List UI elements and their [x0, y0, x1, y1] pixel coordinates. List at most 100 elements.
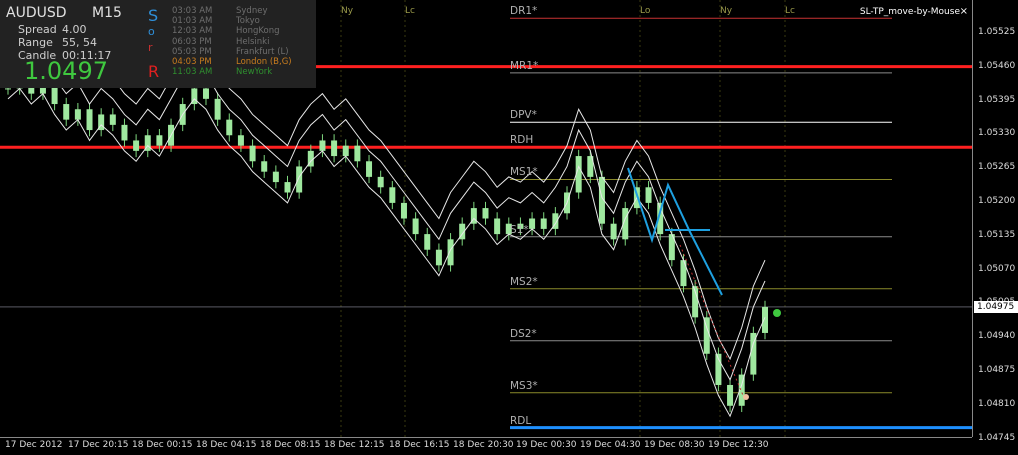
time-tick-label: 17 Dec 20:15 [68, 440, 129, 450]
candle-body [435, 249, 442, 266]
pivot-label: MS1* [510, 166, 538, 179]
session-city: Frankfurt (L) [236, 46, 289, 57]
candle-body [63, 104, 70, 120]
spread-label: Spread [18, 23, 57, 36]
session-marker: Lo [640, 6, 651, 16]
candle-body [156, 135, 163, 146]
info-panel: AUDUSD M15 Spread 4.00 Range 55, 54 Cand… [0, 0, 316, 88]
sor-letter-s: S [148, 6, 159, 25]
sor-letter-r: r [148, 41, 153, 54]
session-time: 03:03 AM [172, 6, 213, 16]
current-price: 1.0497 [24, 57, 108, 85]
candle-body [377, 176, 384, 188]
trend-line [627, 167, 723, 296]
envelope-band [7, 51, 766, 381]
price-tick-label: 1.05330 [978, 128, 1016, 139]
candle-body [389, 187, 396, 203]
time-tick-label: 18 Dec 08:15 [260, 440, 321, 450]
time-tick-label: 18 Dec 16:15 [389, 440, 450, 450]
candle-body [237, 135, 244, 146]
time-tick-label: 19 Dec 08:30 [644, 440, 705, 450]
pivot-label: MR1* [510, 59, 539, 72]
session-city: Sydney [236, 6, 268, 16]
price-tick-label: 1.05200 [978, 196, 1016, 206]
candle-body [529, 218, 536, 229]
candle-body [727, 384, 734, 406]
session-time: 06:03 PM [172, 36, 212, 47]
candle-body [424, 234, 431, 250]
time-tick-label: 18 Dec 00:15 [132, 440, 193, 450]
time-tick-label: 17 Dec 2012 [5, 440, 63, 450]
candle-body [133, 140, 140, 151]
candle-body [762, 306, 768, 333]
candle-body [645, 187, 652, 203]
session-time: 04:03 PM [172, 57, 212, 67]
spread-value: 4.00 [62, 23, 87, 36]
time-tick-label: 19 Dec 12:30 [708, 440, 769, 450]
price-axis[interactable]: 1.05525 1.05460 1.05395 1.05330 1.05265 1.052… [972, 0, 1018, 443]
timeframe-label: M15 [92, 5, 122, 21]
candle-body [74, 109, 81, 120]
time-axis[interactable]: 17 Dec 2012 17 Dec 20:15 18 Dec 00:15 18 De… [0, 437, 972, 455]
range-label: Range [18, 36, 53, 49]
price-tick-label: 1.04940 [978, 331, 1016, 342]
candle-body [261, 161, 268, 172]
candle-body [202, 88, 209, 99]
price-tick-label: 1.04875 [978, 365, 1016, 375]
sor-letter-o: o [148, 25, 155, 38]
price-tick-label: 1.05525 [978, 27, 1016, 37]
sor-letter-R: R [148, 62, 160, 81]
pivot-label: S1* [510, 223, 529, 236]
price-tick-label: 1.05070 [978, 263, 1016, 274]
candle-body [296, 166, 303, 193]
candle-body [680, 260, 687, 287]
session-city: Tokyo [236, 16, 260, 27]
time-tick-label: 18 Dec 20:30 [453, 440, 514, 450]
symbol-label: AUDUSD [6, 5, 67, 21]
session-city: HongKong [236, 26, 280, 37]
price-tick-label: 1.05460 [978, 60, 1016, 71]
pivot-label: RDL [510, 414, 532, 427]
candle-body [412, 218, 419, 235]
candle-body [482, 208, 489, 219]
pivot-label: MS3* [510, 379, 538, 392]
price-tick-label: 1.05395 [978, 94, 1016, 105]
time-tick-label: 19 Dec 00:30 [516, 440, 577, 450]
time-tick-label: 19 Dec 04:30 [580, 440, 641, 450]
candle-body [272, 171, 279, 183]
candle-body [447, 239, 454, 266]
pivot-label: DPV* [510, 109, 537, 122]
candle-body [284, 182, 291, 193]
price-tick-label: 1.05265 [978, 162, 1016, 173]
candle-body [331, 140, 338, 157]
candle-body [121, 124, 128, 141]
candle-body [109, 114, 116, 125]
candle-body [249, 145, 256, 162]
price-tick-label: 1.04810 [978, 398, 1016, 409]
session-time: 12:03 AM [172, 26, 213, 37]
candle-body [86, 109, 93, 131]
pivot-label: RDH [510, 134, 534, 147]
session-city: NewYork [236, 67, 273, 78]
candle-body [5, 88, 11, 90]
price-tick-label: 1.04745 [978, 432, 1016, 443]
close-icon[interactable]: × [960, 6, 968, 17]
candle-body [214, 98, 221, 120]
session-time: 01:03 AM [172, 16, 213, 27]
time-tick-label: 18 Dec 04:15 [196, 440, 257, 450]
candle-body [540, 218, 547, 229]
candle-body [610, 223, 617, 240]
order-marker [743, 394, 749, 400]
candle-body [342, 145, 349, 157]
current-price-tag: 1.04975 [974, 300, 1018, 313]
indicator-name: SL-TP_move-by-Mouse [859, 7, 960, 17]
session-city: London (B,G) [236, 57, 292, 67]
session-time: 11:03 AM [172, 67, 213, 78]
session-time: 05:03 PM [172, 46, 212, 57]
candle-body [319, 140, 326, 151]
candle-body [226, 119, 233, 136]
price-tick-label: 1.05135 [978, 229, 1016, 240]
pivot-label: MS2* [510, 275, 538, 288]
time-tick-label: 18 Dec 12:15 [324, 440, 385, 450]
candle-body [354, 145, 361, 162]
